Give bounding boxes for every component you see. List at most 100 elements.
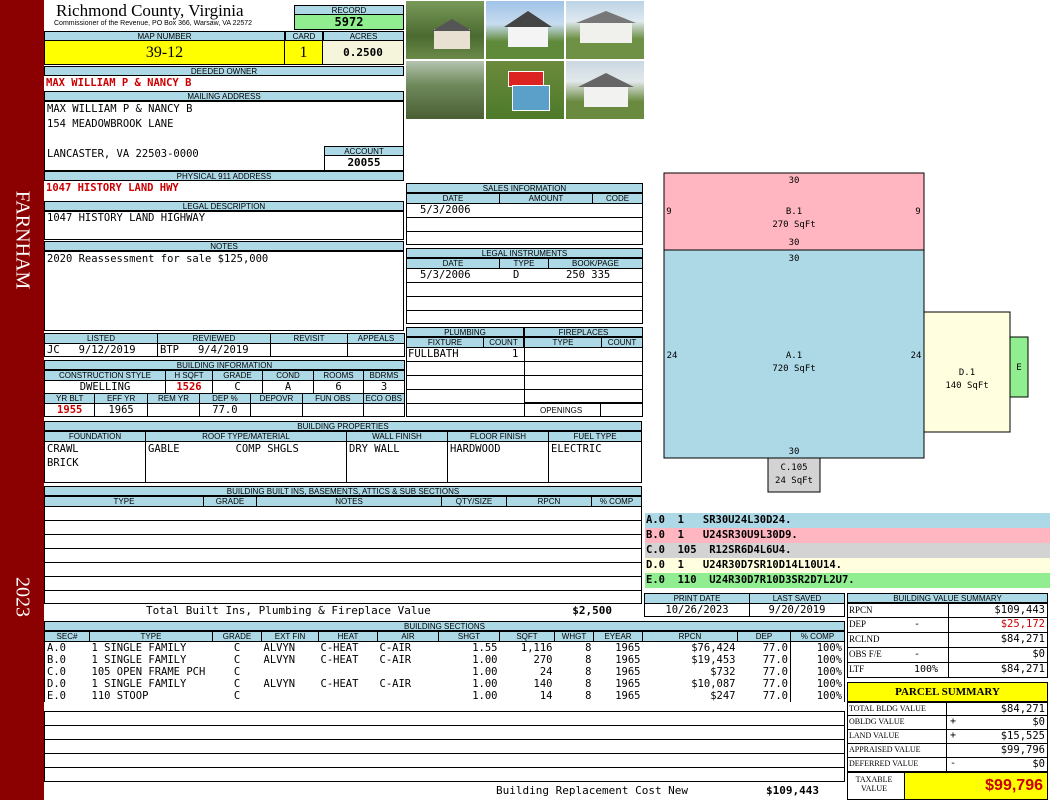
summary-row: APPRAISED VALUE $99,796: [847, 744, 1048, 758]
section-row[interactable]: C.0 105 OPEN FRAME PCH C 1.00 24 8 1965 $732 77.…: [44, 666, 845, 678]
section-cell: 1965: [615, 678, 641, 690]
plumbing-count: 1: [512, 348, 519, 360]
li-type-header: TYPE: [499, 258, 549, 269]
sales-date: 5/3/2006: [420, 204, 471, 216]
summary-operator: -: [950, 758, 957, 769]
section-header: WHGT: [554, 631, 594, 642]
revisit-cell: [270, 343, 348, 357]
section-row[interactable]: E.0 110 STOOP C 1.00 14 8 1965 $247 77.0 100%: [44, 690, 845, 702]
photo-6[interactable]: [565, 60, 645, 120]
summary-row: LTF 100% $84,271: [847, 663, 1048, 678]
building-props-title: BUILDING PROPERTIES: [44, 421, 642, 431]
account-value: 20055: [324, 156, 404, 171]
bdrms-value: 3: [363, 380, 405, 394]
building-info-title: BUILDING INFORMATION: [44, 360, 405, 370]
section-cell: $19,453: [691, 654, 736, 666]
effyr-header: EFF YR: [94, 393, 148, 404]
map-number-value: 39-12: [44, 41, 285, 65]
building-props-table: FOUNDATION ROOF TYPE/MATERIAL WALL FINIS…: [44, 431, 642, 483]
fireplace-rows: [524, 347, 643, 403]
summary-value: $25,172: [1000, 618, 1045, 630]
floor-finish-header: FLOOR FINISH: [447, 431, 549, 442]
map-number-label: MAP NUMBER: [44, 31, 285, 41]
last-saved-header: LAST SAVED: [749, 593, 845, 604]
value-summary-rows: RPCN $109,443 DEP - $25,172 RCLND $84,271 OBS F…: [847, 603, 1048, 678]
building-info-table: CONSTRUCTION STYLE H SQFT GRADE COND ROO…: [44, 370, 405, 394]
a1-id: A.1: [786, 351, 802, 361]
grade-value: C: [212, 380, 263, 394]
taxable-value: $99,796: [904, 773, 1047, 799]
photo-1[interactable]: [405, 0, 485, 60]
revisit-header: REVISIT: [270, 333, 348, 344]
legend-d: D.0 1 U24R30D7SR10D14L10U14.: [645, 558, 1050, 573]
section-header: TYPE: [89, 631, 213, 642]
section-cell: 77.0: [762, 654, 788, 666]
yrblt-value: 1955: [43, 403, 96, 417]
photo-4[interactable]: [405, 60, 485, 120]
ecoobs-header: ECO OBS: [362, 393, 406, 404]
print-info-table: PRINT DATE LAST SAVED 10/26/2023 9/20/20…: [644, 593, 845, 617]
physical-address-label: PHYSICAL 911 ADDRESS: [44, 171, 404, 181]
sales-date-header: DATE: [406, 193, 500, 204]
section-row[interactable]: D.0 1 SINGLE FAMILY C ALVYN C-HEAT C-AIR 1.00 1…: [44, 678, 845, 690]
summary-value: $84,271: [1000, 633, 1045, 645]
a-right-dim: 24: [911, 351, 922, 361]
acres-value: 0.2500: [323, 41, 404, 65]
deeded-owner-label: DEEDED OWNER: [44, 66, 404, 76]
section-cell: 100%: [790, 678, 845, 690]
summary-label: OBLDG VALUE: [849, 717, 905, 726]
summary-value: $0: [1032, 716, 1045, 728]
record-value: 5972: [294, 15, 404, 30]
section-cell: 77.0: [762, 690, 788, 702]
section-cell: ALVYN: [263, 678, 296, 690]
summary-operator: +: [950, 716, 957, 727]
section-header: % COMP: [790, 631, 845, 642]
section-cell: 8: [585, 666, 592, 678]
mailing-address-label: MAILING ADDRESS: [44, 91, 404, 101]
section-cell: C.0: [44, 666, 90, 678]
section-cell: 100%: [790, 666, 845, 678]
building-sections-table: SEC# TYPE GRADE EXT FIN HEAT AIR SHGT SQFT WHGT E…: [44, 631, 845, 702]
photo-2[interactable]: [485, 0, 565, 60]
legal-description-label: LEGAL DESCRIPTION: [44, 201, 404, 211]
section-header: DEP: [737, 631, 791, 642]
section-cell: A.0: [44, 641, 90, 654]
construction-style: DWELLING: [44, 380, 166, 394]
summary-row: RCLND $84,271: [847, 633, 1048, 648]
listed-cell: JC 9/12/2019: [44, 343, 158, 357]
summary-value: $15,525: [1000, 730, 1045, 742]
card-label: CARD: [285, 31, 323, 41]
funobs-value: [302, 403, 364, 417]
remyr-value: [146, 403, 201, 417]
fixture-header: FIXTURE: [406, 337, 484, 348]
section-row[interactable]: B.0 1 SINGLE FAMILY C ALVYN C-HEAT C-AIR 1.00 2…: [44, 654, 845, 666]
notes-label: NOTES: [44, 241, 404, 251]
section-cell: [262, 666, 319, 678]
section-cell: $247: [710, 690, 736, 702]
section-cell: 140: [533, 678, 553, 690]
account-label: ACCOUNT: [324, 146, 404, 156]
cond-header: COND: [262, 370, 314, 381]
photo-5[interactable]: [485, 60, 565, 120]
section-cell: [378, 690, 439, 702]
section-cell: 8: [585, 654, 592, 666]
section-cell: 100%: [790, 690, 845, 702]
summary-value: $109,443: [994, 604, 1045, 616]
section-header: SQFT: [499, 631, 555, 642]
photo-3[interactable]: [565, 0, 645, 60]
section-row[interactable]: A.0 1 SINGLE FAMILY C ALVYN C-HEAT C-AIR 1.55 1…: [44, 641, 845, 654]
section-cell: 1,116: [520, 642, 553, 654]
bi-grade-header: GRADE: [203, 496, 257, 507]
section-cell: [378, 666, 439, 678]
rooms-value: 6: [313, 380, 364, 394]
section-cell: $732: [710, 666, 736, 678]
replacement-cost-label: Building Replacement Cost New: [496, 784, 689, 797]
deeded-owner: MAX WILLIAM P & NANCY B: [46, 77, 192, 89]
built-ins-rows: [44, 506, 642, 604]
effyr-value: 1965: [94, 403, 148, 417]
section-header: GRADE: [212, 631, 262, 642]
appeals-header: APPEALS: [347, 333, 405, 344]
building-sections-title: BUILDING SECTIONS: [44, 621, 845, 631]
b-bottom-dim: 30: [789, 238, 800, 248]
reviewed-cell: BTP 9/4/2019: [157, 343, 271, 357]
